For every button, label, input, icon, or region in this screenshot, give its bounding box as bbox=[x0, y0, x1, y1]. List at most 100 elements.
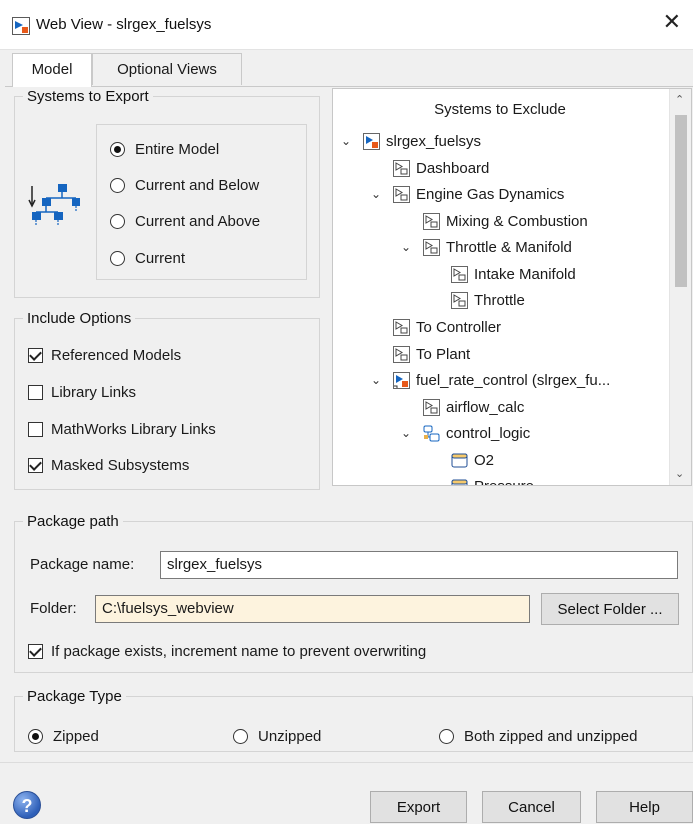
radio-label: Current and Below bbox=[135, 177, 260, 194]
subsystem-icon bbox=[393, 345, 410, 363]
folder-input[interactable]: C:\fuelsys_webview bbox=[95, 595, 530, 623]
subsystem-icon bbox=[451, 265, 468, 283]
tree-item[interactable]: Engine Gas Dynamics bbox=[393, 182, 564, 206]
chevron-down-icon[interactable]: ⌄ bbox=[341, 134, 355, 148]
tree-item[interactable]: Mixing & Combustion bbox=[423, 209, 588, 233]
radio-indicator bbox=[28, 729, 43, 744]
radio-both-zipped-and-unzipped[interactable]: Both zipped and unzipped bbox=[439, 728, 637, 745]
tree-item-label: Throttle & Manifold bbox=[446, 238, 572, 256]
chevron-down-icon[interactable]: ⌄ bbox=[401, 426, 415, 440]
checkbox-label: Library Links bbox=[51, 384, 137, 401]
subsystem-icon bbox=[393, 159, 410, 177]
help-button[interactable]: Help bbox=[596, 791, 693, 823]
tree-item-label: Mixing & Combustion bbox=[446, 212, 588, 230]
close-icon[interactable]: ✕ bbox=[663, 10, 681, 35]
tree-item-label: Throttle bbox=[474, 291, 525, 309]
export-button[interactable]: Export bbox=[370, 791, 467, 823]
radio-indicator bbox=[110, 178, 125, 193]
checkbox-mathworks-library-links[interactable]: MathWorks Library Links bbox=[28, 421, 216, 438]
tree-item[interactable]: slrgex_fuelsys bbox=[363, 129, 481, 153]
radio-label: Zipped bbox=[53, 728, 99, 745]
subsystem-icon bbox=[393, 185, 410, 203]
subsystem-icon bbox=[423, 238, 440, 256]
radio-indicator bbox=[110, 142, 125, 157]
systems-to-exclude-header: Systems to Exclude bbox=[434, 101, 566, 118]
tree-item[interactable]: Dashboard bbox=[393, 156, 489, 180]
scroll-down-icon[interactable]: ⌄ bbox=[675, 467, 684, 480]
chevron-down-icon[interactable]: ⌄ bbox=[425, 479, 439, 485]
subsystem-icon bbox=[423, 212, 440, 230]
include-options-legend: Include Options bbox=[27, 310, 132, 327]
radio-indicator bbox=[110, 251, 125, 266]
radio-label: Current bbox=[135, 250, 186, 267]
radio-current-and-below[interactable]: Current and Below bbox=[110, 177, 259, 194]
radio-unzipped[interactable]: Unzipped bbox=[233, 728, 321, 745]
tree-item-label: O2 bbox=[474, 451, 495, 469]
tree-item[interactable]: O2 bbox=[451, 448, 494, 472]
tree-item[interactable]: Throttle & Manifold bbox=[423, 235, 572, 259]
stateflow-chart-icon bbox=[423, 425, 440, 441]
referenced-model-icon bbox=[393, 371, 410, 389]
folder-label: Folder: bbox=[30, 600, 77, 617]
checkbox-masked-subsystems[interactable]: Masked Subsystems bbox=[28, 457, 189, 474]
tab-model[interactable]: Model bbox=[12, 53, 92, 87]
state-icon bbox=[451, 479, 468, 485]
radio-entire-model[interactable]: Entire Model bbox=[110, 141, 219, 158]
model-icon bbox=[363, 132, 380, 150]
package-path-legend: Package path bbox=[27, 513, 119, 530]
checkbox-indicator bbox=[28, 385, 43, 400]
state-icon bbox=[451, 453, 468, 467]
tree-item-label: slrgex_fuelsys bbox=[386, 132, 482, 150]
tree-item[interactable]: Intake Manifold bbox=[451, 262, 576, 286]
package-type-legend: Package Type bbox=[27, 688, 122, 705]
cancel-button[interactable]: Cancel bbox=[482, 791, 581, 823]
select-folder-button[interactable]: Select Folder ... bbox=[541, 593, 679, 625]
scrollbar-thumb[interactable] bbox=[675, 115, 687, 287]
subsystem-icon bbox=[423, 398, 440, 416]
tree-item-label: Engine Gas Dynamics bbox=[416, 185, 565, 203]
chevron-down-icon[interactable]: ⌄ bbox=[371, 187, 385, 201]
radio-indicator bbox=[233, 729, 248, 744]
hierarchy-icon bbox=[28, 184, 80, 225]
checkbox-indicator bbox=[28, 458, 43, 473]
radio-label: Current and Above bbox=[135, 213, 261, 230]
checkbox-referenced-models[interactable]: Referenced Models bbox=[28, 347, 181, 364]
radio-label: Both zipped and unzipped bbox=[464, 728, 638, 745]
tree-item[interactable]: airflow_calc bbox=[423, 395, 524, 419]
package-name-input[interactable]: slrgex_fuelsys bbox=[160, 551, 678, 579]
tree-vertical-scrollbar[interactable]: ⌃ ⌄ bbox=[669, 89, 691, 485]
tree-item[interactable]: To Plant bbox=[393, 342, 470, 366]
tree-item[interactable]: control_logic bbox=[423, 421, 530, 445]
simulink-model-icon bbox=[12, 17, 30, 35]
checkbox-indicator bbox=[28, 644, 43, 659]
checkbox-label: If package exists, increment name to pre… bbox=[51, 643, 427, 660]
tree-item[interactable]: To Controller bbox=[393, 315, 501, 339]
checkbox-increment-name[interactable]: If package exists, increment name to pre… bbox=[28, 643, 426, 660]
checkbox-label: Masked Subsystems bbox=[51, 457, 190, 474]
chevron-down-icon[interactable]: ⌄ bbox=[401, 240, 415, 254]
radio-indicator bbox=[439, 729, 454, 744]
radio-current-and-above[interactable]: Current and Above bbox=[110, 213, 260, 230]
systems-to-export-legend: Systems to Export bbox=[27, 88, 149, 105]
scroll-up-icon[interactable]: ⌃ bbox=[675, 93, 684, 106]
radio-label: Entire Model bbox=[135, 141, 220, 158]
tree-item-label: fuel_rate_control (slrgex_fu... bbox=[416, 371, 611, 389]
tree-item-label: control_logic bbox=[446, 424, 531, 442]
help-icon[interactable]: ? bbox=[13, 791, 41, 819]
tree-item[interactable]: fuel_rate_control (slrgex_fu... bbox=[393, 368, 610, 392]
radio-current[interactable]: Current bbox=[110, 250, 185, 267]
systems-to-exclude-tree[interactable]: Systems to Exclude ⌄ slrgex_fuelsys Dash… bbox=[332, 88, 692, 486]
checkbox-label: MathWorks Library Links bbox=[51, 421, 216, 438]
subsystem-icon bbox=[393, 318, 410, 336]
tree-item-label: To Controller bbox=[416, 318, 502, 336]
title-bar: Web View - slrgex_fuelsys ✕ bbox=[0, 0, 693, 50]
checkbox-library-links[interactable]: Library Links bbox=[28, 384, 136, 401]
chevron-down-icon[interactable]: ⌄ bbox=[371, 373, 385, 387]
window-title: Web View - slrgex_fuelsys bbox=[36, 16, 212, 33]
tree-item[interactable]: Throttle bbox=[451, 288, 525, 312]
checkbox-indicator bbox=[28, 348, 43, 363]
radio-zipped[interactable]: Zipped bbox=[28, 728, 99, 745]
tab-optional-views[interactable]: Optional Views bbox=[92, 53, 242, 85]
tree-item[interactable]: Pressure bbox=[451, 474, 534, 485]
radio-indicator bbox=[110, 214, 125, 229]
